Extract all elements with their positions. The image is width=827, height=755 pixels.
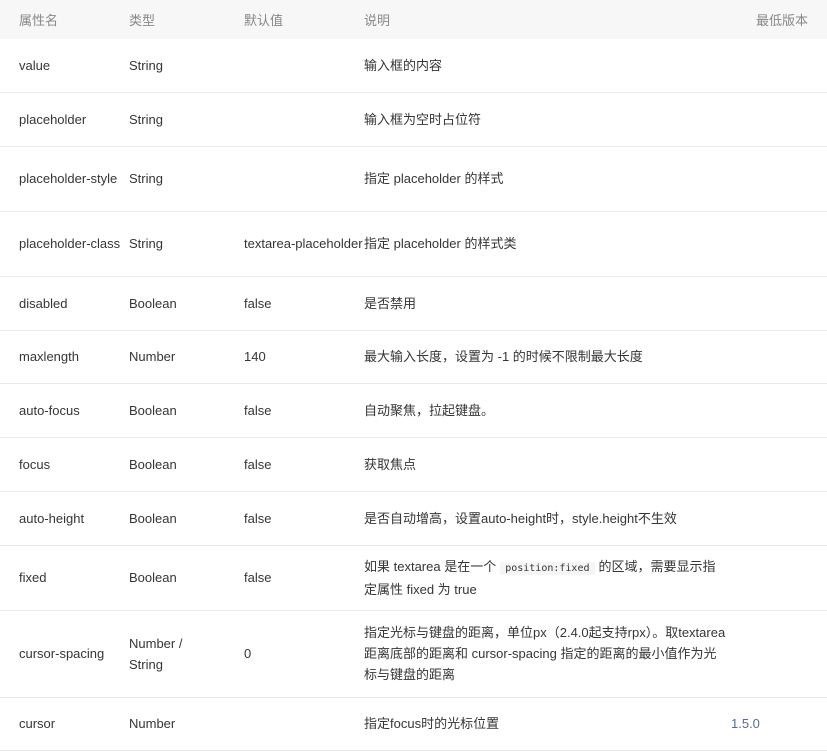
cell-type: Number [129, 697, 244, 751]
cell-desc: 获取焦点 [364, 437, 727, 492]
cell-version [727, 211, 827, 277]
cell-default: false [244, 491, 364, 546]
cell-name: maxlength [0, 330, 129, 384]
cell-desc: 指定focus时的光标位置 [364, 697, 727, 751]
cell-version [727, 330, 827, 384]
cell-version [727, 146, 827, 212]
cell-default [244, 39, 364, 93]
cell-desc: 指定 placeholder 的样式 [364, 146, 727, 212]
table-row: placeholder-style String 指定 placeholder … [0, 146, 827, 212]
header-name: 属性名 [0, 0, 129, 39]
cell-desc: 指定光标与键盘的距离，单位px（2.4.0起支持rpx）。取textarea 距… [364, 610, 727, 698]
cell-name: auto-focus [0, 383, 129, 438]
cell-version [727, 491, 827, 546]
cell-name: focus [0, 437, 129, 492]
cell-type: String [129, 211, 244, 277]
header-version: 最低版本 [727, 0, 827, 39]
table-row: auto-focus Boolean false 自动聚焦，拉起键盘。 [0, 383, 827, 438]
cell-default: 0 [244, 610, 364, 698]
cell-type: String [129, 146, 244, 212]
cell-desc: 是否禁用 [364, 276, 727, 331]
cell-desc: 最大输入长度，设置为 -1 的时候不限制最大长度 [364, 330, 727, 384]
cell-name: placeholder [0, 92, 129, 147]
cell-version [727, 276, 827, 331]
cell-version [727, 545, 827, 611]
cell-version [727, 610, 827, 698]
cell-default [244, 697, 364, 751]
cell-default [244, 92, 364, 147]
cell-desc: 输入框的内容 [364, 39, 727, 93]
cell-name: fixed [0, 545, 129, 611]
cell-type: String [129, 92, 244, 147]
desc-text: 如果 textarea 是在一个 [364, 558, 497, 574]
cell-default: false [244, 383, 364, 438]
cell-version [727, 437, 827, 492]
cell-name: disabled [0, 276, 129, 331]
cell-name: placeholder-class [0, 211, 129, 277]
table-row: cursor Number 指定focus时的光标位置 1.5.0 [0, 697, 827, 751]
cell-version: 1.5.0 [727, 697, 827, 751]
header-desc: 说明 [364, 0, 727, 39]
cell-desc: 是否自动增高，设置auto-height时，style.height不生效 [364, 491, 727, 546]
table-row: disabled Boolean false 是否禁用 [0, 276, 827, 331]
cell-desc: 指定 placeholder 的样式类 [364, 211, 727, 277]
cell-type: Boolean [129, 383, 244, 438]
cell-type: Boolean [129, 545, 244, 611]
table-header: 属性名 类型 默认值 说明 最低版本 [0, 0, 827, 39]
cell-name: placeholder-style [0, 146, 129, 212]
inline-code: position:fixed [500, 561, 595, 575]
properties-table: 属性名 类型 默认值 说明 最低版本 value String 输入框的内容 p… [0, 0, 827, 751]
cell-version [727, 383, 827, 438]
cell-type: Boolean [129, 491, 244, 546]
cell-default: textarea-placeholder [244, 211, 364, 277]
header-type: 类型 [129, 0, 244, 39]
cell-desc: 输入框为空时占位符 [364, 92, 727, 147]
header-default: 默认值 [244, 0, 364, 39]
cell-name: cursor-spacing [0, 610, 129, 698]
table-row: focus Boolean false 获取焦点 [0, 437, 827, 492]
cell-default: false [244, 276, 364, 331]
header-row: 属性名 类型 默认值 说明 最低版本 [0, 0, 827, 39]
table-row: value String 输入框的内容 [0, 39, 827, 93]
cell-type: Number / String [129, 610, 244, 698]
table-row: fixed Boolean false 如果 textarea 是在一个 posi… [0, 545, 827, 611]
version-link[interactable]: 1.5.0 [731, 716, 760, 731]
table-row: placeholder String 输入框为空时占位符 [0, 92, 827, 147]
cell-default: false [244, 437, 364, 492]
cell-default [244, 146, 364, 212]
cell-name: auto-height [0, 491, 129, 546]
table-row: cursor-spacing Number / String 0 指定光标与键盘… [0, 610, 827, 698]
cell-name: value [0, 39, 129, 93]
cell-version [727, 39, 827, 93]
cell-type: Number [129, 330, 244, 384]
cell-type: String [129, 39, 244, 93]
table-row: auto-height Boolean false 是否自动增高，设置auto-… [0, 491, 827, 546]
table-row: placeholder-class String textarea-placeh… [0, 211, 827, 277]
cell-desc: 如果 textarea 是在一个 position:fixed 的区域，需要显示指定… [364, 545, 727, 611]
table-body: value String 输入框的内容 placeholder String 输… [0, 39, 827, 751]
cell-desc: 自动聚焦，拉起键盘。 [364, 383, 727, 438]
cell-type: Boolean [129, 276, 244, 331]
cell-version [727, 92, 827, 147]
cell-default: false [244, 545, 364, 611]
table-row: maxlength Number 140 最大输入长度，设置为 -1 的时候不限… [0, 330, 827, 384]
cell-name: cursor [0, 697, 129, 751]
cell-default: 140 [244, 330, 364, 384]
cell-type: Boolean [129, 437, 244, 492]
